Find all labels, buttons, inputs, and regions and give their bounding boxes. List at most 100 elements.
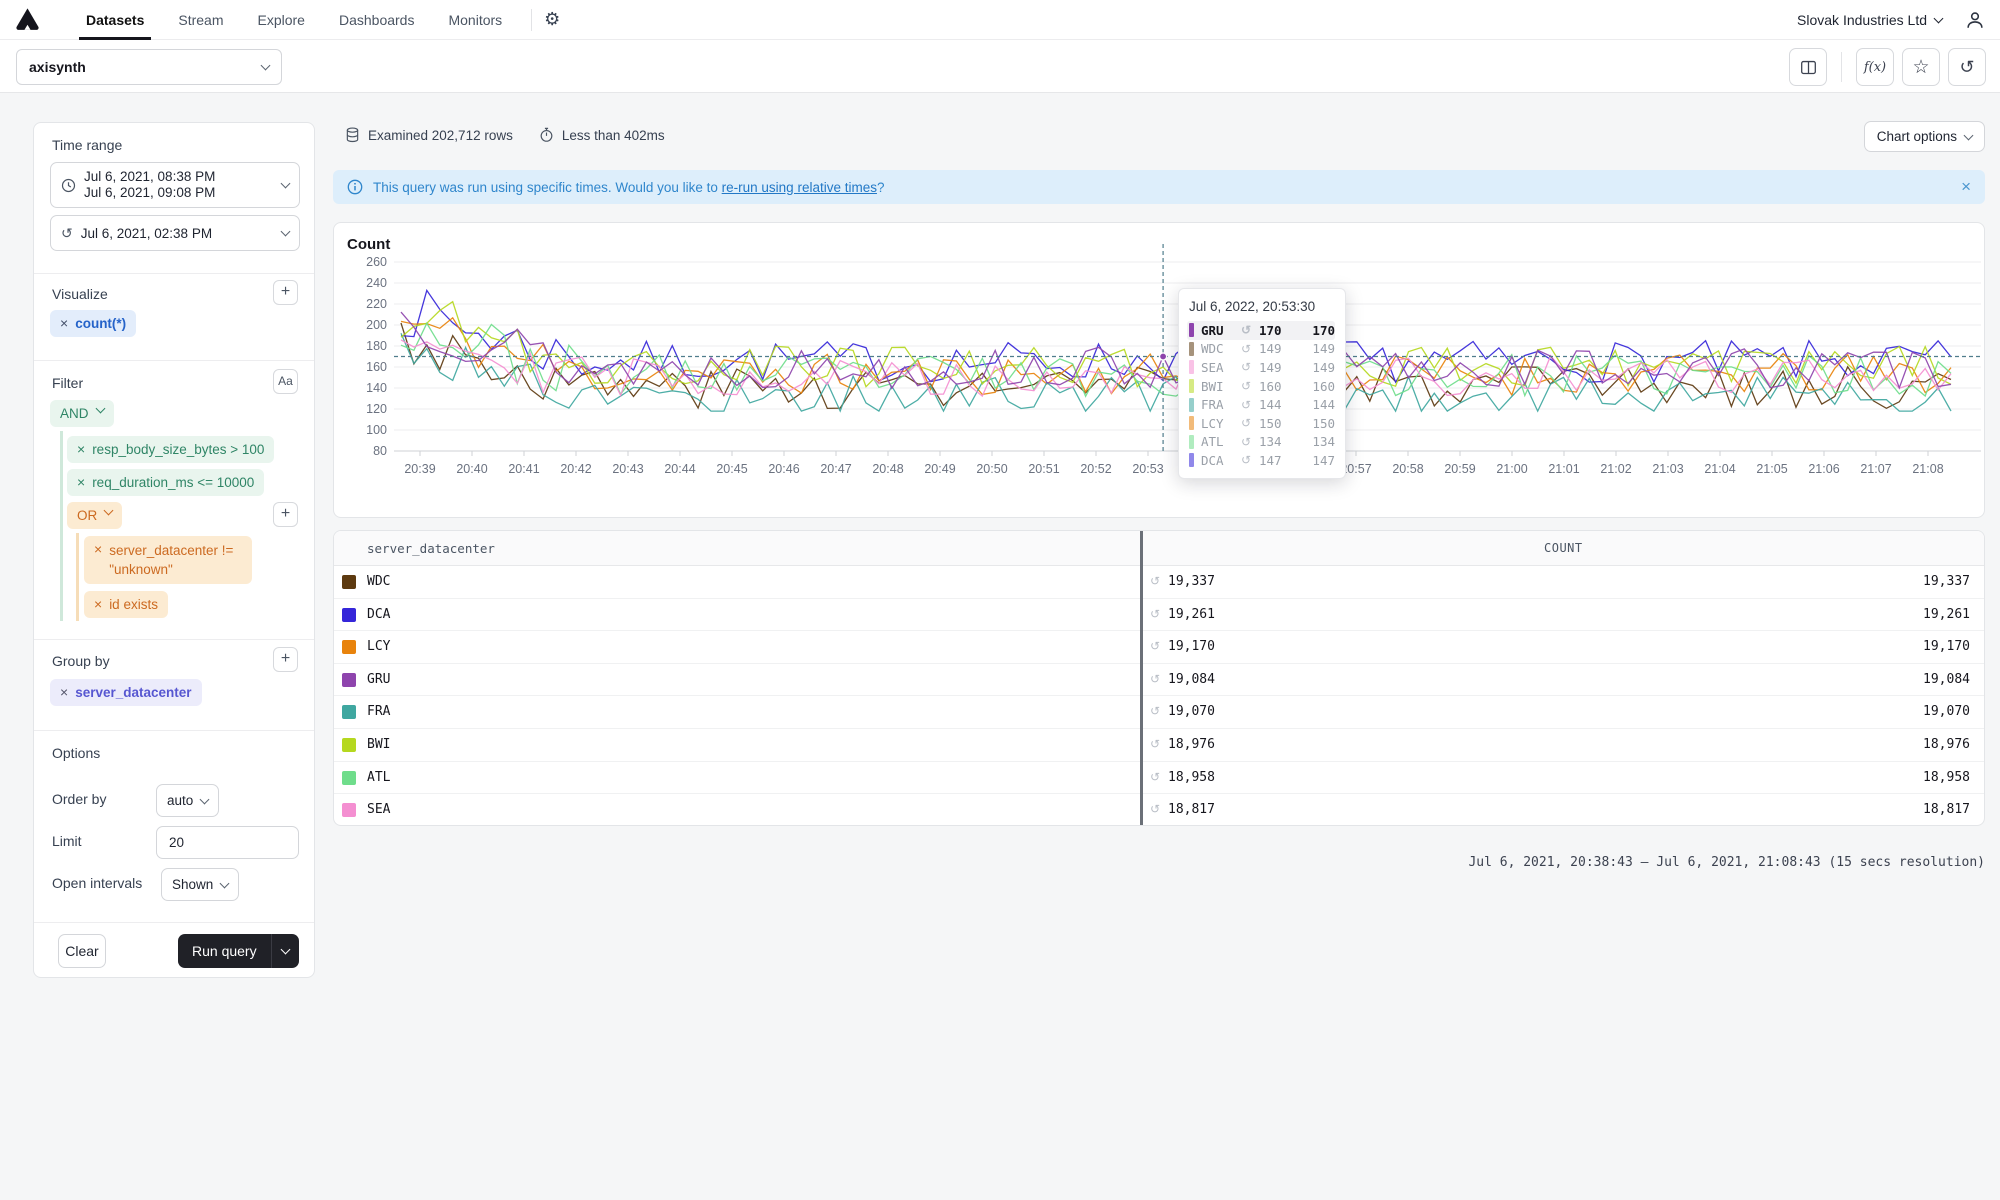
remove-icon[interactable]: × [94,541,102,557]
close-icon[interactable]: × [1961,177,1971,197]
table-row[interactable]: LCY↺19,17019,170 [334,631,1984,664]
nav-tab-dashboards[interactable]: Dashboards [322,0,432,40]
filter-or-condition[interactable]: ×id exists [84,591,168,618]
table-row[interactable]: DCA↺19,26119,261 [334,599,1984,632]
open-intervals-select[interactable]: Shown [161,868,239,901]
column-header-count[interactable]: COUNT [1544,541,1583,555]
x-axis-label: 20:44 [664,462,695,476]
nav-tab-monitors[interactable]: Monitors [431,0,519,40]
clear-button[interactable]: Clear [58,934,106,968]
series-line-BWI[interactable] [401,302,1951,387]
divider [34,360,314,361]
results-table-card: server_datacenter COUNT WDC↺19,33719,337… [333,530,1985,826]
table-row[interactable]: BWI↺18,97618,976 [334,729,1984,762]
options-label: Options [52,745,100,761]
series-name: FRA [1201,397,1241,412]
nav-tab-explore[interactable]: Explore [241,0,322,40]
compare-time-value: Jul 6, 2021, 02:38 PM [81,226,212,241]
column-resize-handle[interactable] [1140,531,1143,826]
favorite-button[interactable]: ☆ [1902,48,1940,86]
table-row[interactable]: SEA↺18,81718,817 [334,794,1984,826]
x-axis-label: 20:58 [1392,462,1423,476]
x-axis-label: 21:02 [1600,462,1631,476]
run-query-button[interactable]: Run query [178,934,299,968]
results-chart-card: 2602402202001801601401201008020:3920:402… [333,222,1985,518]
remove-icon[interactable]: × [77,441,85,457]
series-name: DCA [1201,453,1241,468]
x-axis-label: 21:07 [1860,462,1891,476]
x-axis-label: 21:06 [1808,462,1839,476]
column-header-server-datacenter[interactable]: server_datacenter [367,541,495,556]
series-name: BWI [1201,379,1241,394]
user-avatar-icon[interactable] [1964,9,1986,31]
add-visualize-button[interactable]: + [273,280,298,305]
compare-time-selector[interactable]: ↺ Jul 6, 2021, 02:38 PM [50,215,300,251]
org-name: Slovak Industries Ltd [1797,12,1927,28]
run-query-dropdown[interactable] [271,934,299,968]
add-group-by-button[interactable]: + [273,647,298,672]
fx-icon: f(x) [1864,60,1886,75]
count-line-chart[interactable]: 2602402202001801601401201008020:3920:402… [334,223,1984,517]
derived-column-button[interactable]: f(x) [1856,48,1894,86]
datacenter-code: DCA [367,607,390,622]
filter-label: Filter [52,375,83,391]
group-by-pill[interactable]: ×server_datacenter [50,679,202,706]
reading-pane-button[interactable] [1789,48,1827,86]
org-switcher[interactable]: Slovak Industries Ltd [1797,12,1942,28]
datacenter-code: FRA [367,704,390,719]
history-icon: ↺ [1241,398,1259,412]
toolbar-actions: f(x) ☆ ↺ [1789,48,1986,86]
table-row[interactable]: GRU↺19,08419,084 [334,664,1984,697]
table-row[interactable]: ATL↺18,95818,958 [334,762,1984,795]
remove-icon[interactable]: × [60,315,68,331]
chevron-down-icon [280,945,290,955]
x-axis-label: 21:01 [1548,462,1579,476]
visualize-pill-count[interactable]: ×count(*) [50,310,136,337]
count-value: 18,817 [1168,802,1215,817]
hovered-point [1159,353,1166,360]
order-by-select[interactable]: auto [156,784,219,817]
count-value-right: 18,976 [1923,737,1970,752]
tooltip-row: WDC↺149149 [1187,340,1335,359]
x-axis-label: 20:48 [872,462,903,476]
remove-icon[interactable]: × [77,474,85,490]
chevron-down-icon [220,878,230,888]
rerun-relative-link[interactable]: re-run using relative times [722,180,877,195]
remove-icon[interactable]: × [94,596,102,612]
add-or-condition-button[interactable]: + [273,502,298,527]
table-row[interactable]: FRA↺19,07019,070 [334,696,1984,729]
nav-right: Slovak Industries Ltd [1797,9,1986,31]
x-axis-label: 21:08 [1912,462,1943,476]
filter-condition[interactable]: ×req_duration_ms <= 10000 [67,469,264,496]
dataset-selector[interactable]: axisynth [16,49,282,85]
filter-or-op[interactable]: OR [67,502,122,529]
filter-or-condition[interactable]: ×server_datacenter != "unknown" [84,536,252,584]
series-color-swatch [342,705,356,719]
count-value: 18,976 [1168,737,1215,752]
limit-input[interactable]: 20 [156,826,299,859]
filter-condition[interactable]: ×resp_body_size_bytes > 100 [67,436,274,463]
chart-options-button[interactable]: Chart options [1864,121,1985,152]
remove-icon[interactable]: × [60,684,68,700]
series-color-swatch [342,640,356,654]
honeycomb-logo-icon[interactable] [14,6,41,33]
clock-icon [61,178,76,193]
query-history-button[interactable]: ↺ [1948,48,1986,86]
time-range-selector[interactable]: Jul 6, 2021, 08:38 PM Jul 6, 2021, 09:08… [50,162,300,208]
nav-tab-datasets[interactable]: Datasets [69,0,161,40]
history-icon: ↺ [1150,672,1160,686]
series-color-swatch [342,771,356,785]
rows-examined-stat: Examined 202,712 rows [345,127,513,143]
plus-icon: + [281,505,290,522]
series-color-swatch [342,575,356,589]
filter-root-op[interactable]: AND [50,400,114,427]
settings-gear-icon[interactable]: ⚙ [544,9,560,30]
series-value: 147 [1259,453,1295,468]
history-icon: ↺ [1241,342,1259,356]
toolbar-separator [1841,52,1842,82]
nav-tab-stream[interactable]: Stream [161,0,240,40]
history-icon: ↺ [1241,379,1259,393]
latency-stat: Less than 402ms [539,127,665,143]
table-row[interactable]: WDC↺19,33719,337 [334,566,1984,599]
filter-case-button[interactable]: Aa [273,369,298,394]
